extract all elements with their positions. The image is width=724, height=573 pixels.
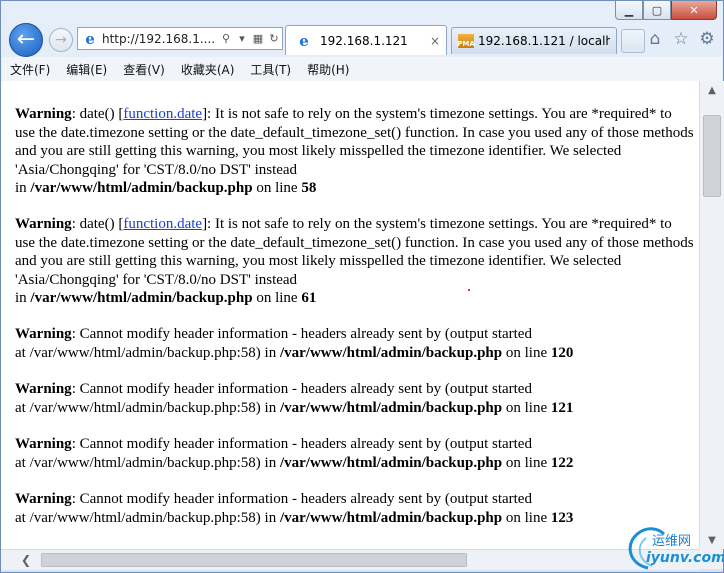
search-icon[interactable]: ⚲ bbox=[218, 32, 234, 45]
address-url[interactable]: http://192.168.1.... bbox=[102, 32, 218, 46]
warning-label: Warning bbox=[15, 216, 72, 232]
toolbar-icons: ⌂ ☆ ⚙ bbox=[645, 29, 717, 49]
vertical-scrollbar[interactable]: ▲ ▼ bbox=[699, 81, 724, 549]
menu-edit[interactable]: 编辑(E) bbox=[58, 61, 115, 78]
close-tab-icon[interactable]: × bbox=[430, 34, 440, 48]
file-path: /var/www/html/admin/backup.php bbox=[279, 454, 503, 471]
window-controls: ▁ ▢ ✕ bbox=[615, 1, 717, 20]
dropdown-icon[interactable]: ▾ bbox=[234, 32, 250, 45]
menu-tools[interactable]: 工具(T) bbox=[242, 61, 299, 78]
phpmyadmin-icon: PMA bbox=[457, 34, 475, 48]
watermark-cn: 运维网 bbox=[652, 534, 692, 549]
minimize-button[interactable]: ▁ bbox=[615, 1, 643, 20]
date-warning-1: Warning: date() [function.date]: It is n… bbox=[15, 106, 694, 196]
line-number: 121 bbox=[550, 399, 574, 416]
menu-file[interactable]: 文件(F) bbox=[2, 61, 58, 78]
horizontal-scrollbar[interactable]: ❮ bbox=[1, 549, 699, 570]
page-content: Warning: date() [function.date]: It is n… bbox=[1, 81, 699, 549]
menu-favorites[interactable]: 收藏夹(A) bbox=[173, 61, 243, 78]
function-date-link[interactable]: function.date bbox=[123, 106, 202, 122]
compat-view-icon[interactable]: ▦ bbox=[250, 32, 266, 45]
favorites-star-icon[interactable]: ☆ bbox=[671, 29, 691, 49]
navigation-bar: ← → e http://192.168.1.... ⚲ ▾ ▦ ↻ e 192… bbox=[7, 23, 717, 57]
line-number: 61 bbox=[301, 290, 317, 306]
close-window-button[interactable]: ✕ bbox=[671, 1, 717, 20]
new-tab-button[interactable] bbox=[621, 29, 645, 53]
file-path: /var/www/html/admin/backup.php bbox=[279, 344, 503, 361]
stray-red-dot bbox=[468, 289, 470, 291]
vertical-scroll-thumb[interactable] bbox=[703, 115, 721, 197]
function-date-link[interactable]: function.date bbox=[123, 216, 202, 232]
refresh-icon[interactable]: ↻ bbox=[266, 32, 282, 45]
horizontal-scroll-thumb[interactable] bbox=[41, 553, 467, 567]
tab-phpmyadmin[interactable]: PMA 192.168.1.121 / localh... bbox=[451, 27, 617, 54]
tab-label: 192.168.1.121 / localh... bbox=[478, 34, 610, 48]
address-bar[interactable]: e http://192.168.1.... ⚲ ▾ ▦ ↻ bbox=[77, 27, 283, 50]
file-path: /var/www/html/admin/backup.php bbox=[30, 290, 253, 306]
scroll-up-icon[interactable]: ▲ bbox=[700, 81, 724, 99]
warning-label: Warning bbox=[15, 326, 72, 342]
settings-gear-icon[interactable]: ⚙ bbox=[697, 29, 717, 49]
warning-label: Warning bbox=[15, 106, 72, 122]
menu-help[interactable]: 帮助(H) bbox=[299, 61, 357, 78]
line-number: 122 bbox=[550, 454, 574, 471]
warning-label: Warning bbox=[15, 436, 72, 452]
file-path: /var/www/html/admin/backup.php bbox=[279, 399, 503, 416]
ie-logo-icon: e bbox=[85, 29, 95, 48]
line-number: 123 bbox=[550, 509, 574, 526]
tab-label: 192.168.1.121 bbox=[320, 33, 408, 48]
header-warning-3: Warning: Cannot modify header informatio… bbox=[15, 436, 574, 471]
header-warning-4: Warning: Cannot modify header informatio… bbox=[15, 491, 574, 526]
header-warning-2: Warning: Cannot modify header informatio… bbox=[15, 381, 574, 416]
warning-label: Warning bbox=[15, 381, 72, 397]
tab-active[interactable]: e 192.168.1.121 × bbox=[285, 25, 447, 55]
watermark-domain: iyunv.com bbox=[646, 550, 724, 566]
header-warning-1: Warning: Cannot modify header informatio… bbox=[15, 326, 574, 361]
file-path: /var/www/html/admin/backup.php bbox=[30, 180, 253, 196]
ie-logo-icon: e bbox=[299, 31, 309, 50]
home-icon[interactable]: ⌂ bbox=[645, 29, 665, 49]
forward-icon[interactable]: → bbox=[49, 28, 73, 52]
line-number: 120 bbox=[550, 344, 574, 361]
scroll-left-icon[interactable]: ❮ bbox=[17, 550, 35, 570]
line-number: 58 bbox=[301, 180, 317, 196]
date-warning-2: Warning: date() [function.date]: It is n… bbox=[15, 216, 694, 306]
file-path: /var/www/html/admin/backup.php bbox=[279, 509, 503, 526]
menu-view[interactable]: 查看(V) bbox=[115, 61, 173, 78]
warning-label: Warning bbox=[15, 491, 72, 507]
back-icon[interactable]: ← bbox=[9, 23, 43, 57]
maximize-button[interactable]: ▢ bbox=[643, 1, 671, 20]
menu-bar: 文件(F) 编辑(E) 查看(V) 收藏夹(A) 工具(T) 帮助(H) bbox=[2, 57, 722, 82]
iyunv-watermark: 运维网 iyunv.com bbox=[618, 520, 724, 572]
